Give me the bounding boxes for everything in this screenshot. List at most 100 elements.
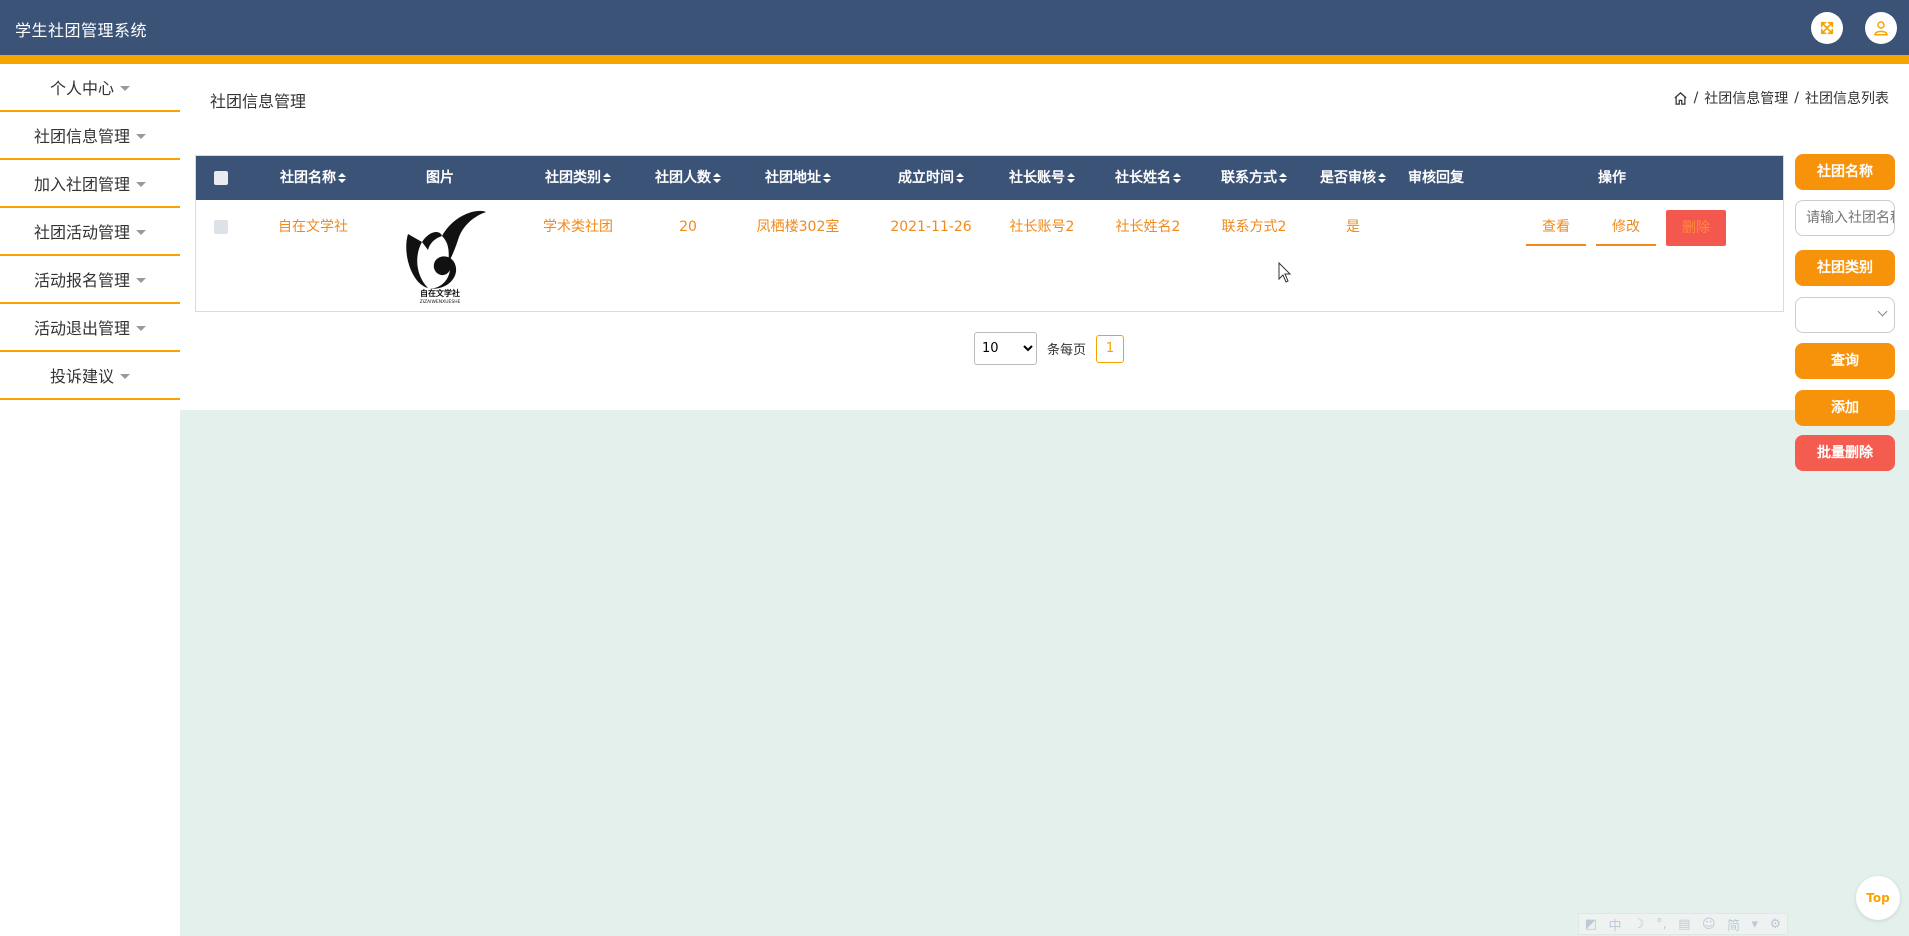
col-header-label: 图片 (426, 170, 454, 186)
cell-reviewed: 是 (1346, 219, 1360, 235)
back-to-top-button[interactable]: Top (1856, 876, 1900, 920)
sidebar-item-label: 个人中心 (49, 79, 114, 98)
club-table: 社团名称 图片 社团类别 社团人数 社团地址 成立时间 社长账号 社长姓名 联系… (195, 155, 1784, 312)
cell-members: 20 (679, 219, 697, 235)
breadcrumb-separator: / (1693, 90, 1699, 106)
col-header-leader-account[interactable]: 社长账号 (992, 156, 1092, 200)
club-category-label-button[interactable]: 社团类别 (1795, 250, 1895, 286)
club-name-label-button[interactable]: 社团名称 (1795, 154, 1895, 190)
col-header-label: 社长账号 (1009, 170, 1065, 186)
cell-name: 自在文学社 (278, 219, 348, 235)
col-header-contact[interactable]: 联系方式 (1204, 156, 1304, 200)
sidebar-item-club-info[interactable]: 社团信息管理 (0, 112, 180, 160)
edit-button[interactable]: 修改 (1596, 210, 1656, 246)
sort-icon (1067, 172, 1075, 184)
club-logo-subtext: ZIZAIWENXUESHE (420, 299, 461, 305)
cell-category: 学术类社团 (543, 219, 613, 235)
sort-icon (603, 172, 611, 184)
page-title: 社团信息管理 (210, 92, 307, 111)
select-all-checkbox[interactable] (214, 171, 228, 185)
sidebar-item-complaints[interactable]: 投诉建议 (0, 352, 180, 400)
col-header-label: 操作 (1598, 170, 1626, 186)
caret-down-icon (136, 277, 146, 283)
cell-contact: 联系方式2 (1221, 219, 1287, 235)
ime-logo-icon[interactable]: ◩ (1585, 917, 1597, 932)
ime-toolbar: ◩ 中 ☽ °, ▤ ☺ 简 ▾ ⚙ (1578, 913, 1788, 935)
col-header-address[interactable]: 社团地址 (733, 156, 863, 200)
pagination: 10 条每页 1 (974, 332, 1125, 365)
caret-down-icon (136, 133, 146, 139)
col-header-image: 图片 (392, 156, 488, 200)
sidebar-item-label: 社团活动管理 (33, 223, 130, 242)
sort-icon (1173, 172, 1181, 184)
col-header-label: 是否审核 (1320, 170, 1376, 186)
user-menu-button[interactable] (1865, 12, 1897, 44)
sort-icon (1279, 172, 1287, 184)
col-header-review-reply: 审核回复 (1391, 156, 1481, 200)
app-title: 学生社团管理系统 (15, 21, 148, 40)
cell-address: 凤栖楼302室 (756, 219, 840, 235)
sidebar: 个人中心 社团信息管理 加入社团管理 社团活动管理 活动报名管理 活动退出管理 … (0, 64, 180, 936)
content-panel: 社团信息管理 / 社团信息管理 / 社团信息列表 社团名称 图片 社团类别 社团… (180, 64, 1909, 410)
caret-down-icon (136, 325, 146, 331)
sidebar-item-activity-quit[interactable]: 活动退出管理 (0, 304, 180, 352)
query-button[interactable]: 查询 (1795, 343, 1895, 379)
col-header-label: 社团类别 (545, 170, 601, 186)
club-category-select[interactable] (1795, 297, 1895, 333)
col-header-label: 成立时间 (898, 170, 954, 186)
user-icon[interactable]: ☺ (1702, 917, 1716, 932)
add-button[interactable]: 添加 (1795, 390, 1895, 426)
shirt-icon[interactable]: ▾ (1752, 917, 1759, 932)
table-header: 社团名称 图片 社团类别 社团人数 社团地址 成立时间 社长账号 社长姓名 联系… (196, 156, 1783, 200)
club-name-search-input[interactable] (1795, 200, 1895, 236)
sidebar-item-label: 加入社团管理 (33, 175, 130, 194)
col-header-members[interactable]: 社团人数 (633, 156, 743, 200)
view-button[interactable]: 查看 (1526, 210, 1586, 246)
punctuation-icon[interactable]: °, (1656, 917, 1667, 932)
col-header-label: 社团名称 (280, 170, 336, 186)
col-header-label: 社团地址 (765, 170, 821, 186)
cell-review-reply (1391, 200, 1481, 254)
col-header-leader-name[interactable]: 社长姓名 (1098, 156, 1198, 200)
row-checkbox[interactable] (214, 220, 228, 234)
ime-chinese-mode[interactable]: 中 (1609, 915, 1622, 934)
col-header-category[interactable]: 社团类别 (523, 156, 633, 200)
col-header-label: 联系方式 (1221, 170, 1277, 186)
user-icon (1874, 21, 1888, 36)
sidebar-item-label: 投诉建议 (49, 367, 114, 386)
club-logo-text: 自在文学社 (420, 288, 460, 298)
col-header-reviewed[interactable]: 是否审核 (1303, 156, 1403, 200)
col-header-name[interactable]: 社团名称 (258, 156, 368, 200)
col-header-actions: 操作 (1532, 156, 1692, 200)
sort-icon (823, 172, 831, 184)
col-header-label: 审核回复 (1408, 170, 1464, 186)
sidebar-item-activity-signup[interactable]: 活动报名管理 (0, 256, 180, 304)
caret-down-icon (136, 181, 146, 187)
sidebar-item-join-club[interactable]: 加入社团管理 (0, 160, 180, 208)
ime-simplified-mode[interactable]: 简 (1727, 915, 1740, 934)
chevron-down-icon (1877, 306, 1888, 317)
batch-delete-button[interactable]: 批量删除 (1795, 435, 1895, 471)
gear-icon[interactable]: ⚙ (1770, 917, 1782, 932)
sidebar-item-label: 活动报名管理 (33, 271, 130, 290)
moon-icon[interactable]: ☽ (1633, 917, 1645, 932)
breadcrumb-item-club-info[interactable]: 社团信息管理 (1704, 88, 1788, 108)
sidebar-item-label: 社团信息管理 (33, 127, 130, 146)
page-number-button[interactable]: 1 (1096, 334, 1125, 363)
breadcrumb-item-club-list: 社团信息列表 (1805, 91, 1889, 107)
fullscreen-icon (1820, 21, 1834, 35)
sidebar-item-club-activity[interactable]: 社团活动管理 (0, 208, 180, 256)
sidebar-item-personal-center[interactable]: 个人中心 (0, 64, 180, 112)
keyboard-icon[interactable]: ▤ (1678, 917, 1690, 932)
home-icon[interactable] (1673, 91, 1688, 106)
topbar-accent-stripe (0, 55, 1909, 64)
fullscreen-button[interactable] (1811, 12, 1843, 44)
sort-icon (713, 172, 721, 184)
sort-icon (338, 172, 346, 184)
cell-leader-name: 社长姓名2 (1115, 219, 1181, 235)
cell-leader-account: 社长账号2 (1009, 219, 1075, 235)
delete-button[interactable]: 删除 (1666, 210, 1726, 246)
page-size-select[interactable]: 10 (974, 332, 1037, 365)
col-header-founded[interactable]: 成立时间 (866, 156, 996, 200)
col-header-label: 社长姓名 (1115, 170, 1171, 186)
